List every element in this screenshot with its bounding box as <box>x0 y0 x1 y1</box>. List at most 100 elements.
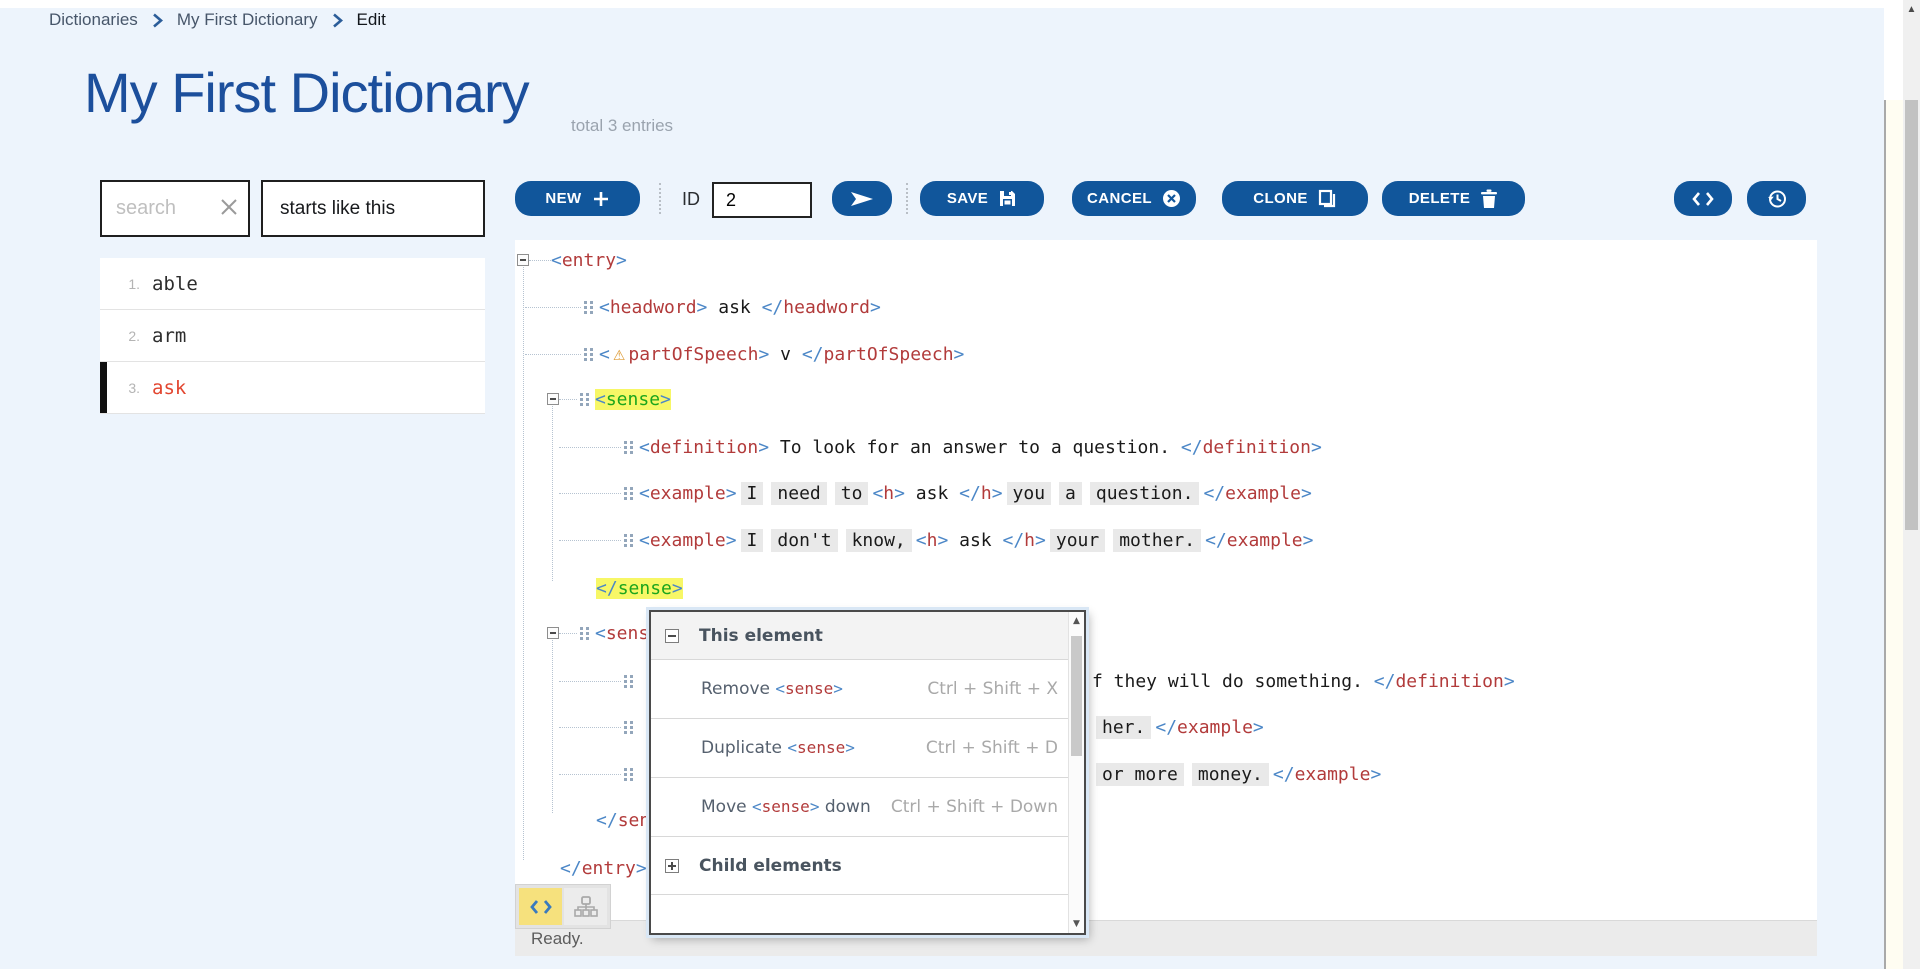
xml-tag-h[interactable]: <h> <box>916 530 949 551</box>
xml-text-node[interactable]: a <box>1059 482 1082 505</box>
xml-tag-h[interactable]: </h> <box>959 483 1002 504</box>
drag-handle-icon[interactable] <box>579 626 589 640</box>
xml-tag-partOfSpeech[interactable]: </partOfSpeech> <box>802 344 965 365</box>
xml-tag-definition[interactable]: <definition> <box>639 437 769 458</box>
xml-tag-example[interactable]: </example> <box>1155 717 1263 738</box>
xml-text-node[interactable]: her. <box>1096 716 1151 739</box>
xml-tag-example[interactable]: </example> <box>1203 483 1311 504</box>
xml-text-node[interactable]: know, <box>846 529 912 552</box>
xml-tag-headword[interactable]: </headword> <box>762 297 881 318</box>
entry-list-item[interactable]: 2.arm <box>100 310 485 362</box>
menu-item[interactable]: Move <sense> downCtrl + Shift + Down <box>651 778 1068 837</box>
xml-tree-line: f they will do something. </definition> <box>1092 669 1515 693</box>
expand-icon[interactable] <box>665 859 679 873</box>
xml-tag-example[interactable]: </example> <box>1205 530 1313 551</box>
page-title: My First Dictionary <box>84 60 529 125</box>
xml-text-node[interactable]: question. <box>1090 482 1200 505</box>
page-scrollbar-thumb[interactable] <box>1905 100 1918 530</box>
tree-connector-line <box>559 447 621 448</box>
xml-tag-example[interactable]: <example> <box>639 483 737 504</box>
chevron-right-icon <box>152 13 163 28</box>
drag-handle-icon[interactable] <box>623 767 633 781</box>
clone-button[interactable]: CLONE <box>1222 181 1368 216</box>
history-button[interactable] <box>1747 181 1806 216</box>
xml-text-node[interactable]: I <box>741 529 764 552</box>
xml-text-node[interactable]: to <box>835 482 869 505</box>
xml-text-node[interactable]: mother. <box>1113 529 1201 552</box>
xml-text-node[interactable]: ask <box>707 297 761 318</box>
drag-handle-icon[interactable] <box>623 720 633 734</box>
xml-source-button[interactable] <box>1674 181 1732 216</box>
xml-text-node[interactable]: f they will do something. <box>1092 671 1374 692</box>
save-button[interactable]: SAVE <box>920 181 1044 216</box>
xml-tag-partOfSpeech[interactable]: <⚠partOfSpeech> <box>599 344 769 365</box>
source-view-toggle[interactable] <box>519 888 562 925</box>
xml-tag-h[interactable]: <h> <box>872 483 905 504</box>
drag-handle-icon[interactable] <box>623 486 633 500</box>
xml-text-node[interactable]: or more <box>1096 763 1184 786</box>
clear-search-icon[interactable] <box>218 196 240 218</box>
xml-tree-line <box>559 669 639 693</box>
xml-text-node[interactable]: don't <box>771 529 837 552</box>
breadcrumb-item[interactable]: Dictionaries <box>49 10 138 30</box>
xml-tag-example[interactable]: <example> <box>639 530 737 551</box>
menu-item[interactable]: Remove <sense>Ctrl + Shift + X <box>651 660 1068 719</box>
xml-tag-entry[interactable]: <entry> <box>551 250 627 271</box>
xml-tag-sense[interactable]: <sense> <box>595 389 671 410</box>
entry-id-input[interactable] <box>712 182 812 218</box>
menu-section-header[interactable]: Child elements <box>651 837 1068 895</box>
xml-tag-definition[interactable]: </definition> <box>1181 437 1322 458</box>
menu-scrollbar[interactable]: ▲ ▼ <box>1068 612 1084 933</box>
cancel-icon <box>1162 189 1181 208</box>
drag-handle-icon[interactable] <box>623 440 633 454</box>
scroll-up-icon[interactable]: ▲ <box>1069 616 1084 626</box>
drag-handle-icon[interactable] <box>579 392 589 406</box>
page-scrollbar[interactable]: ▲ <box>1903 0 1920 969</box>
menu-scrollbar-thumb[interactable] <box>1071 636 1082 756</box>
tree-connector-line <box>559 681 621 682</box>
scroll-up-icon[interactable]: ▲ <box>1903 4 1920 15</box>
xml-text-node[interactable]: I <box>741 482 764 505</box>
xml-tag-example[interactable]: </example> <box>1273 764 1381 785</box>
collapse-icon[interactable] <box>547 393 559 405</box>
delete-button[interactable]: DELETE <box>1382 181 1525 216</box>
cancel-button[interactable]: CANCEL <box>1072 181 1196 216</box>
entry-list-item[interactable]: 1.able <box>100 258 485 310</box>
drag-handle-icon[interactable] <box>583 300 593 314</box>
xml-tag-headword[interactable]: <headword> <box>599 297 707 318</box>
xml-tag-sense[interactable]: </sense> <box>596 578 683 599</box>
xml-text-node[interactable]: To look for an answer to a question. <box>769 437 1181 458</box>
view-toggles <box>515 884 611 929</box>
collapse-icon[interactable] <box>547 627 559 639</box>
drag-handle-icon[interactable] <box>583 347 593 361</box>
xml-text-node[interactable]: v <box>769 344 802 365</box>
menu-section-header[interactable]: This element <box>651 612 1068 660</box>
xml-text-node[interactable]: money. <box>1192 763 1269 786</box>
collapse-icon[interactable] <box>517 254 529 266</box>
scroll-down-icon[interactable]: ▼ <box>1069 919 1084 929</box>
collapse-icon[interactable] <box>665 629 679 643</box>
new-entry-button[interactable]: NEW <box>515 181 640 216</box>
xml-text-node[interactable]: ask <box>948 530 1002 551</box>
copy-icon <box>1318 189 1337 208</box>
search-mode-select[interactable]: starts like this <box>261 180 485 237</box>
drag-handle-icon[interactable] <box>623 533 633 547</box>
xml-text-node[interactable]: ask <box>905 483 959 504</box>
entry-headword: able <box>152 273 198 295</box>
xml-tree-line <box>559 762 639 786</box>
xml-tree-line: </sense> <box>596 576 683 600</box>
entry-list-item[interactable]: 3.ask <box>100 362 485 414</box>
xml-text-node[interactable]: need <box>771 482 826 505</box>
xml-tag-h[interactable]: </h> <box>1002 530 1045 551</box>
xml-text-node[interactable]: your <box>1050 529 1105 552</box>
menu-item[interactable]: Duplicate <sense>Ctrl + Shift + D <box>651 719 1068 778</box>
menu-item-label: Move <sense> down <box>701 797 871 817</box>
tree-view-toggle[interactable] <box>564 888 607 925</box>
xml-tag-definition[interactable]: </definition> <box>1374 671 1515 692</box>
go-to-id-button[interactable] <box>832 181 892 216</box>
breadcrumb-item[interactable]: My First Dictionary <box>177 10 318 30</box>
xml-tree-line: </entry> <box>560 856 647 880</box>
drag-handle-icon[interactable] <box>623 674 633 688</box>
xml-text-node[interactable]: you <box>1007 482 1052 505</box>
xml-tag-entry[interactable]: </entry> <box>560 858 647 879</box>
